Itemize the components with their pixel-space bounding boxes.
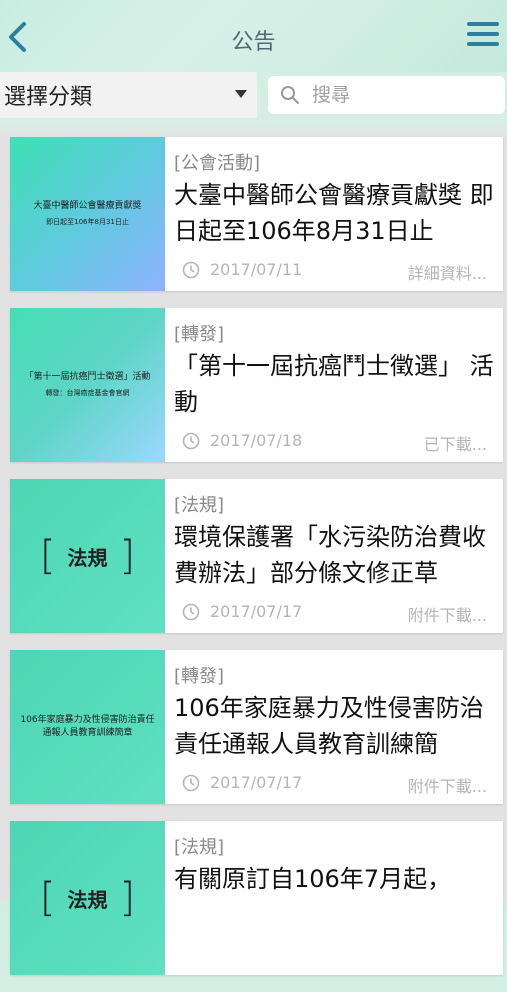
announcement-category: [轉發] [174,666,225,687]
hamburger-menu-icon [467,22,499,46]
announcement-thumbnail: 106年家庭暴力及性侵害防治責任 通報人員教育訓練簡章 [10,650,165,804]
announcement-thumbnail: 大臺中醫師公會醫療貢獻獎 即日起至106年8月31日止 [10,137,165,291]
search-input[interactable] [310,83,494,107]
clock-icon [182,603,200,621]
announcement-card[interactable]: [法規] [法規] 環境保護署「水污染防治費收費辦法」部分條文修正草 2017/… [10,479,503,633]
app-header: 公告 [0,0,507,72]
page-title: 公告 [231,30,276,55]
thumbnail-subtitle: 通報人員教育訓練簡章 [42,728,133,738]
thumbnail-title: [法規] [39,533,136,579]
announcement-headline: 大臺中醫師公會醫療貢獻獎 即日起至106年8月31日止 [174,181,494,245]
announcement-date: 2017/07/17 [210,602,303,621]
thumbnail-title: 「第十一屆抗癌鬥士徵選」活動 [24,372,151,382]
thumbnail-title: [法規] [39,875,136,921]
filter-bar: 選擇分類 [0,72,507,122]
announcement-category: [公會活動] [174,153,261,174]
download-link[interactable]: 已下載... [424,431,487,455]
details-link[interactable]: 詳細資料... [408,260,487,284]
announcement-category: [法規] [174,495,225,516]
announcement-list: 大臺中醫師公會醫療貢獻獎 即日起至106年8月31日止 [公會活動] 大臺中醫師… [10,137,503,992]
announcement-headline: 「第十一屆抗癌鬥士徵選」 活動 [174,352,494,416]
announcement-card[interactable]: 「第十一屆抗癌鬥士徵選」活動 轉發：台灣癌症基金會官網 [轉發] 「第十一屆抗癌… [10,308,503,462]
dropdown-caret-icon [235,90,247,98]
clock-icon [182,774,200,792]
announcement-headline: 106年家庭暴力及性侵害防治責任通報人員教育訓練簡 [174,694,484,758]
search-icon [281,86,299,104]
category-dropdown[interactable]: 選擇分類 [0,72,257,118]
attachment-download-link[interactable]: 附件下載... [408,773,487,797]
clock-icon [182,432,200,450]
announcement-date: 2017/07/18 [210,431,303,450]
clock-icon [182,261,200,279]
thumbnail-title: 106年家庭暴力及性侵害防治責任 [20,715,155,725]
menu-button[interactable] [467,22,499,52]
announcement-card[interactable]: 大臺中醫師公會醫療貢獻獎 即日起至106年8月31日止 [公會活動] 大臺中醫師… [10,137,503,291]
announcement-category: [法規] [174,837,225,858]
search-box[interactable] [268,76,505,114]
announcement-headline: 環境保護署「水污染防治費收費辦法」部分條文修正草 [174,523,486,587]
announcement-date: 2017/07/11 [210,260,303,279]
announcement-card[interactable]: 106年家庭暴力及性侵害防治責任 通報人員教育訓練簡章 [轉發] 106年家庭暴… [10,650,503,804]
announcement-thumbnail: 「第十一屆抗癌鬥士徵選」活動 轉發：台灣癌症基金會官網 [10,308,165,462]
category-dropdown-label: 選擇分類 [4,85,93,110]
thumbnail-subtitle: 轉發：台灣癌症基金會官網 [45,389,130,397]
announcement-thumbnail: [法規] [10,479,165,633]
attachment-download-link[interactable]: 附件下載... [408,602,487,626]
announcement-thumbnail: [法規] [10,821,165,975]
thumbnail-title: 大臺中醫師公會醫療貢獻獎 [33,201,142,211]
announcement-category: [轉發] [174,324,225,345]
announcement-card[interactable]: [法規] [法規] 有關原訂自106年7月起， [10,821,503,975]
thumbnail-subtitle: 即日起至106年8月31日止 [46,218,129,226]
announcement-date: 2017/07/17 [210,773,303,792]
announcement-headline: 有關原訂自106年7月起， [174,865,452,893]
